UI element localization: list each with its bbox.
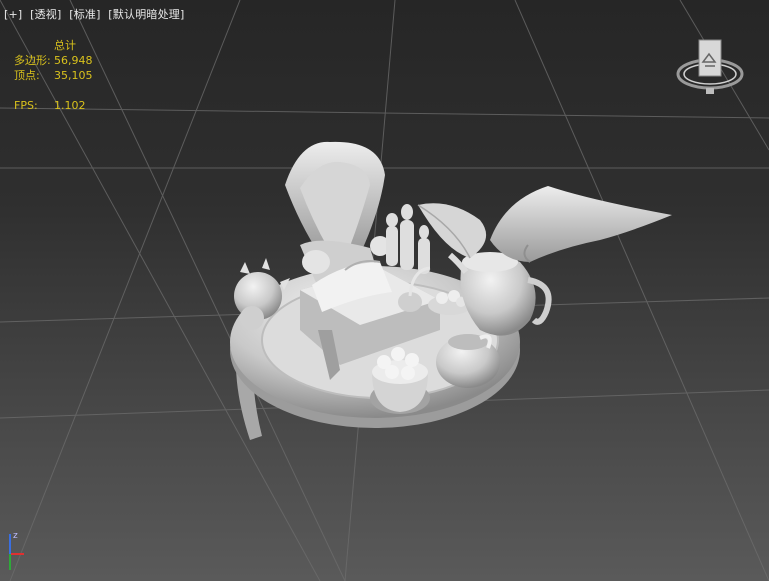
stats-fps-value: 1.102 xyxy=(54,99,86,112)
viewport-shading-default[interactable]: [默认明暗处理] xyxy=(108,8,184,21)
viewport-labels: [+] [透视] [标准] [默认明暗处理] xyxy=(4,6,188,22)
stats-fps: FPS: 1.102 xyxy=(14,98,93,113)
stats-fps-label: FPS: xyxy=(14,99,38,112)
feather-flag xyxy=(490,186,672,263)
viewcube-icon[interactable] xyxy=(675,32,745,102)
viewport-view-perspective[interactable]: [透视] xyxy=(30,8,61,21)
viewport-mode-standard[interactable]: [标准] xyxy=(69,8,100,21)
axis-z-label: z xyxy=(13,531,18,541)
viewport-menu-plus[interactable]: [+] xyxy=(4,8,22,21)
stats-vertices: 顶点: 35,105 xyxy=(14,68,93,83)
3d-viewport[interactable]: [+] [透视] [标准] [默认明暗处理] 总计 多边形: 56,948 顶点… xyxy=(0,0,769,581)
stats-polygons-label: 多边形: xyxy=(14,54,51,67)
stats-overlay: 总计 多边形: 56,948 顶点: 35,105 FPS: 1.102 xyxy=(14,38,93,113)
chair-back xyxy=(285,141,385,255)
stats-polygons-value: 56,948 xyxy=(54,54,93,67)
stats-title: 总计 xyxy=(54,39,76,52)
bottles xyxy=(386,204,430,274)
scene-model[interactable] xyxy=(0,0,769,581)
stats-vertices-label: 顶点: xyxy=(14,69,40,82)
axis-tripod-icon: z xyxy=(9,531,24,570)
stats-vertices-value: 35,105 xyxy=(54,69,93,82)
stats-polygons: 多边形: 56,948 xyxy=(14,53,93,68)
